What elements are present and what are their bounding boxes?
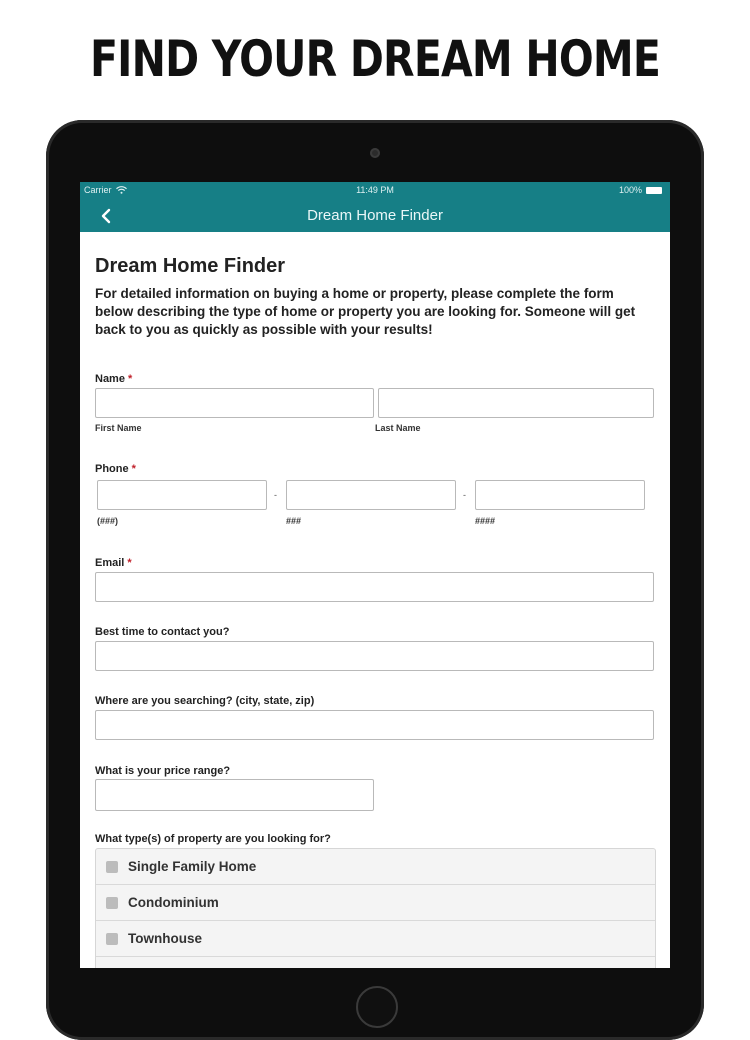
required-mark: * <box>131 463 136 475</box>
phone-separator: - <box>274 490 277 500</box>
phone-line-input[interactable] <box>475 480 645 510</box>
phone-label: Phone * <box>95 463 136 475</box>
option-townhouse[interactable]: Townhouse <box>96 921 655 957</box>
home-button[interactable] <box>356 986 398 1028</box>
best-time-input[interactable] <box>95 641 654 671</box>
phone-separator: - <box>463 490 466 500</box>
option-condominium[interactable]: Condominium <box>96 885 655 921</box>
phone-prefix-sublabel: ### <box>286 516 302 526</box>
checkbox[interactable] <box>106 860 118 873</box>
first-name-input[interactable] <box>95 388 374 418</box>
last-name-sublabel: Last Name <box>375 423 421 433</box>
option-label: Single Family Home <box>128 859 257 874</box>
required-mark: * <box>127 373 133 385</box>
battery-icon <box>646 186 662 194</box>
name-label: Name * <box>95 373 133 385</box>
price-range-input[interactable] <box>95 779 374 811</box>
price-range-label: What is your price range? <box>95 765 231 777</box>
search-location-input[interactable] <box>95 710 654 740</box>
first-name-sublabel: First Name <box>95 423 142 433</box>
status-time: 11:49 PM <box>356 185 394 195</box>
checkbox[interactable] <box>106 896 118 909</box>
email-label: Email * <box>95 557 132 569</box>
option-label: Townhouse <box>128 931 202 946</box>
phone-area-sublabel: (###) <box>97 516 119 526</box>
phone-area-input[interactable] <box>97 480 267 510</box>
battery-percent: 100% <box>618 185 642 195</box>
form-title: Dream Home Finder <box>95 255 286 277</box>
property-type-label: What type(s) of property are you looking… <box>95 833 331 845</box>
phone-line-sublabel: #### <box>475 516 496 526</box>
required-mark: * <box>127 557 132 569</box>
property-type-checklist: Single Family Home Condominium Townhouse <box>95 848 656 968</box>
checkbox[interactable] <box>106 932 118 945</box>
nav-title: Dream Home Finder <box>307 207 443 224</box>
form-intro: For detailed information on buying a hom… <box>95 286 636 337</box>
search-location-label: Where are you searching? (city, state, z… <box>95 695 315 707</box>
promo-headline: FIND YOUR DREAM HOME <box>89 30 661 88</box>
phone-prefix-input[interactable] <box>286 480 456 510</box>
camera-icon <box>370 148 380 158</box>
app-screen: Carrier 11:49 PM 100% Dream Home Finder … <box>80 182 670 968</box>
option-single-family-home[interactable]: Single Family Home <box>96 849 655 885</box>
email-input[interactable] <box>95 572 654 602</box>
best-time-label: Best time to contact you? <box>95 626 230 638</box>
status-bar: Carrier 11:49 PM 100% <box>80 182 670 200</box>
option-label: Condominium <box>128 895 219 910</box>
navigation-bar: Dream Home Finder <box>80 200 670 232</box>
option-partial <box>96 957 655 968</box>
last-name-input[interactable] <box>378 388 654 418</box>
